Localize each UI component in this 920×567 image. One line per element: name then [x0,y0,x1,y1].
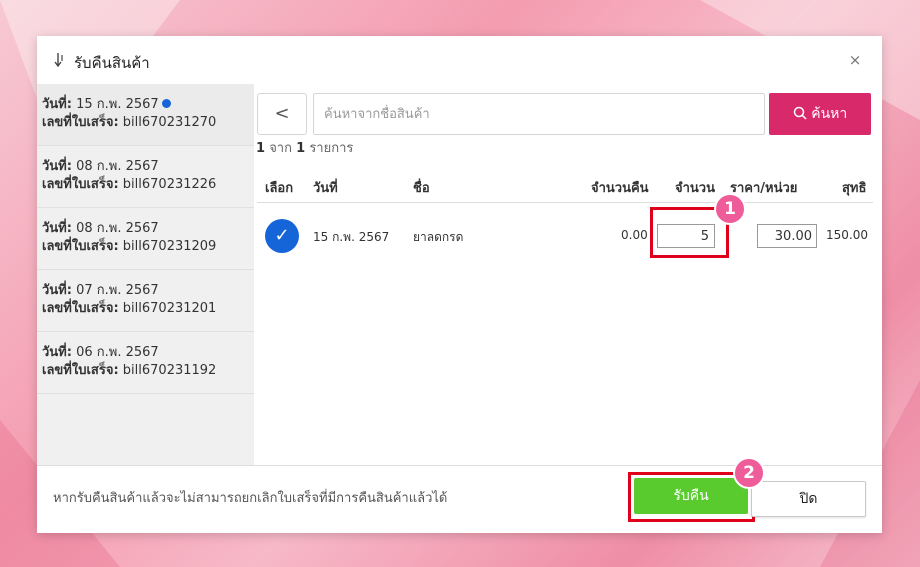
dialog-titlebar: รับคืนสินค้า × [37,36,882,84]
table-header-divider [257,202,873,203]
row-date: 15 ก.พ. 2567 [313,230,390,244]
return-goods-dialog: รับคืนสินค้า × วันที่: 15 ก.พ. 2567 เลขท… [37,36,882,533]
column-header-name: ชื่อ [413,181,430,196]
bill-number: bill670231201 [122,301,217,316]
bill-number-label: เลขที่ใบเสร็จ: [42,239,119,254]
bill-date-label: วันที่: [42,159,72,174]
bill-item[interactable]: วันที่: 07 ก.พ. 2567 เลขที่ใบเสร็จ: bill… [37,270,254,332]
bill-date-label: วันที่: [42,345,72,360]
bill-number-label: เลขที่ใบเสร็จ: [42,301,119,316]
bill-number-label: เลขที่ใบเสร็จ: [42,363,119,378]
search-button[interactable]: ค้นหา [769,93,871,135]
result-total: 1 [296,141,306,156]
bill-date: 06 ก.พ. 2567 [76,345,159,360]
bill-item[interactable]: วันที่: 08 ก.พ. 2567 เลขที่ใบเสร็จ: bill… [37,208,254,270]
bill-item[interactable]: วันที่: 06 ก.พ. 2567 เลขที่ใบเสร็จ: bill… [37,332,254,394]
result-of: จาก [269,141,292,156]
bill-date-label: วันที่: [42,221,72,236]
close-button[interactable]: ปิด [751,481,866,517]
row-product-name: ยาลดกรด [413,230,464,244]
bill-date: 15 ก.พ. 2567 [76,97,159,112]
bill-date: 08 ก.พ. 2567 [76,221,159,236]
bill-date: 08 ก.พ. 2567 [76,159,159,174]
result-count: 1 จาก 1 รายการ [256,137,353,158]
result-suffix: รายการ [309,141,354,156]
bill-detail-panel: < ค้นหา 1 จาก 1 รายการ เลือก วันที่ ชื่อ… [254,84,882,465]
bill-item[interactable]: วันที่: 08 ก.พ. 2567 เลขที่ใบเสร็จ: bill… [37,146,254,208]
bill-list: วันที่: 15 ก.พ. 2567 เลขที่ใบเสร็จ: bill… [37,84,254,465]
bill-date-label: วันที่: [42,283,72,298]
bill-number: bill670231209 [122,239,217,254]
bill-number: bill670231192 [122,363,217,378]
footer-warning: หากรับคืนสินค้าแล้วจะไม่สามารถยกเลิกใบเส… [53,491,448,506]
column-header-unit-price: ราคา/หน่วย [730,181,798,196]
row-select-checkbox[interactable]: ✓ [265,219,299,253]
bill-number: bill670231270 [122,115,217,130]
result-shown: 1 [256,141,266,156]
column-header-select: เลือก [265,181,294,196]
product-search-input[interactable] [313,93,765,135]
bill-date: 07 ก.พ. 2567 [76,283,159,298]
search-icon [793,106,807,120]
step-badge-2: 2 [733,457,765,489]
bill-item[interactable]: วันที่: 15 ก.พ. 2567 เลขที่ใบเสร็จ: bill… [37,84,254,146]
bill-number: bill670231226 [122,177,217,192]
column-header-net: สุทธิ [842,181,867,196]
return-arrow-icon [54,53,63,68]
search-button-label: ค้นหา [811,106,848,122]
close-icon[interactable]: × [845,50,865,70]
bill-number-label: เลขที่ใบเสร็จ: [42,177,119,192]
return-button[interactable]: รับคืน [634,478,748,514]
column-header-returned-qty: จำนวนคืน [591,181,649,196]
row-net-total: 150.00 [826,228,868,242]
row-returned-qty: 0.00 [621,228,648,242]
step-badge-1: 1 [714,193,746,225]
selected-check-icon [161,99,171,108]
column-header-qty: จำนวน [675,181,715,196]
bill-date-label: วันที่: [42,97,72,112]
unit-price-input[interactable] [757,224,817,248]
column-header-date: วันที่ [313,181,338,196]
chevron-left-icon[interactable]: < [257,93,307,135]
bill-number-label: เลขที่ใบเสร็จ: [42,115,119,130]
dialog-title: รับคืนสินค้า [74,54,150,72]
